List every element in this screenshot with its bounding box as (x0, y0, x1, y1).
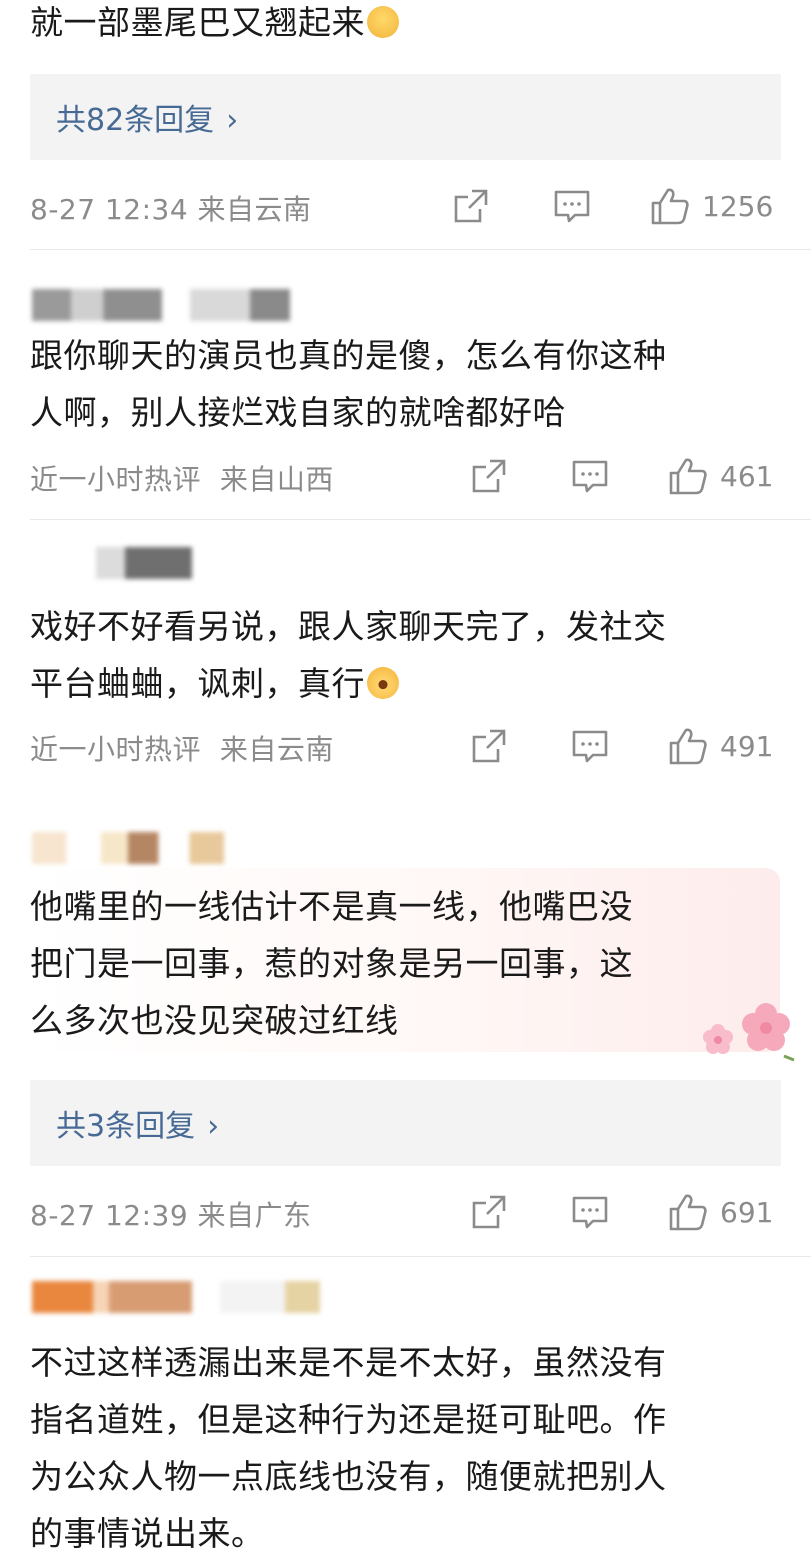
like-button[interactable]: 461 (668, 456, 773, 496)
share-button[interactable] (470, 1193, 508, 1231)
share-icon (472, 1195, 506, 1229)
username (220, 1281, 320, 1313)
reply-link[interactable]: 共3条回复 › (56, 1101, 219, 1145)
comment-meta: 8-27 12:39 来自广东 (30, 1199, 312, 1232)
cherry-blossom-icon (703, 1003, 795, 1062)
comment-text: 就一部墨尾巴又翘起来 (30, 0, 399, 51)
comment-icon (572, 1196, 608, 1229)
avatar (32, 832, 224, 864)
thumbs-up-icon (669, 728, 707, 765)
thumbs-up-icon (669, 458, 707, 495)
comment-icon (554, 190, 590, 223)
comment-button[interactable] (571, 457, 609, 495)
like-button[interactable]: 691 (668, 1192, 773, 1232)
astonished-emoji-icon (367, 667, 399, 699)
username (190, 289, 290, 321)
like-button[interactable]: 1256 (650, 186, 773, 226)
comment-meta: 近一小时热评 来自山西 (30, 463, 334, 496)
like-count: 1256 (702, 189, 774, 223)
chevron-right-icon: › (226, 103, 239, 138)
avatar (32, 1281, 192, 1313)
like-count: 491 (720, 729, 774, 763)
comment-meta: 8-27 12:34 来自云南 (30, 193, 312, 226)
share-button[interactable] (470, 457, 508, 495)
divider (30, 1256, 811, 1257)
like-count: 461 (720, 459, 774, 493)
comment-button[interactable] (571, 727, 609, 765)
thumbs-up-icon (651, 188, 689, 225)
sweat-smile-emoji-icon (367, 6, 399, 38)
username (96, 547, 192, 579)
share-button[interactable] (452, 187, 490, 225)
comment-meta: 近一小时热评 来自云南 (30, 733, 334, 766)
comment-text: 不过这样透漏出来是不是不太好，虽然没有 指名道姓，但是这种行为还是挺可耻吧。作 … (30, 1343, 667, 1553)
avatar (32, 289, 162, 321)
divider (30, 249, 811, 250)
share-icon (454, 189, 488, 223)
share-button[interactable] (470, 727, 508, 765)
like-button[interactable]: 491 (668, 726, 773, 766)
comment-text: 他嘴里的一线估计不是真一线，他嘴巴没 把门是一回事，惹的对象是另一回事，这 么多… (30, 887, 633, 1040)
chevron-right-icon: › (207, 1109, 220, 1144)
comment-icon (572, 460, 608, 493)
reply-box[interactable]: 共82条回复 › (30, 74, 781, 160)
like-count: 691 (720, 1195, 774, 1229)
divider (30, 519, 811, 520)
comment-text: 戏好不好看另说，跟人家聊天完了，发社交 平台蛐蛐，讽刺，真行 (30, 607, 667, 703)
reply-link[interactable]: 共82条回复 › (56, 95, 238, 139)
share-icon (472, 459, 506, 493)
comment-button[interactable] (571, 1193, 609, 1231)
comment-button[interactable] (553, 187, 591, 225)
comment-text: 跟你聊天的演员也真的是傻，怎么有你这种 人啊，别人接烂戏自家的就啥都好哈 (30, 336, 667, 432)
thumbs-up-icon (669, 1194, 707, 1231)
comment-icon (572, 730, 608, 763)
share-icon (472, 729, 506, 763)
reply-box[interactable]: 共3条回复 › (30, 1080, 781, 1166)
